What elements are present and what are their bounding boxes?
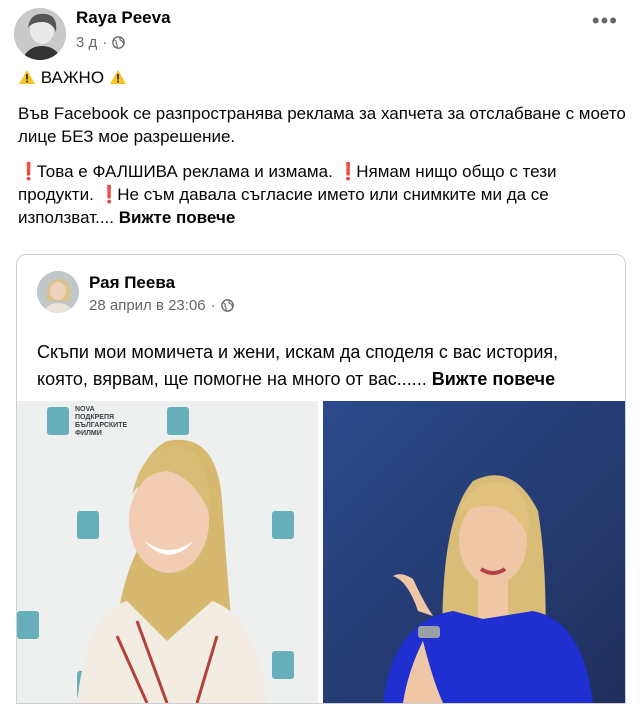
backdrop-logo-text: NOVA bbox=[75, 406, 95, 413]
post-heading-line: ВАЖНО bbox=[18, 66, 626, 89]
shared-author-name[interactable]: Рая Пеева bbox=[89, 273, 175, 293]
author-avatar[interactable] bbox=[14, 8, 66, 60]
photo-grid: NOVA ПОДКРЕПЯ БЪЛГАРСКИТЕ ФИЛМИ bbox=[17, 401, 625, 703]
see-more-link[interactable]: Вижте повече bbox=[432, 369, 555, 389]
warning-icon bbox=[109, 70, 126, 84]
photo-woman-blue-top[interactable] bbox=[323, 401, 625, 703]
shared-post-meta: 28 април в 23:06 · bbox=[89, 297, 234, 314]
backdrop-logo-text: ПОДКРЕПЯ bbox=[75, 414, 114, 421]
see-more-link[interactable]: Вижте повече bbox=[119, 208, 236, 227]
globe-icon bbox=[112, 36, 126, 49]
exclamation-icon: ❗ bbox=[98, 185, 120, 204]
post-paragraph-1: Във Facebook се разпространява реклама з… bbox=[18, 104, 626, 146]
ellipsis-icon[interactable]: ••• bbox=[592, 10, 618, 32]
backdrop-logo-text: БЪЛГАРСКИТЕ bbox=[75, 422, 127, 429]
shared-post-time[interactable]: 28 април в 23:06 bbox=[89, 297, 206, 314]
post-heading: ВАЖНО bbox=[40, 68, 105, 87]
photo-woman-press-wall[interactable]: NOVA ПОДКРЕПЯ БЪЛГАРСКИТЕ ФИЛМИ bbox=[17, 401, 318, 703]
facebook-post: Raya Peeva 3 д · ••• ВАЖНО Във Facebook … bbox=[0, 0, 640, 704]
shared-post[interactable]: Рая Пеева 28 април в 23:06 · Скъпи мои м… bbox=[16, 254, 626, 704]
shared-author-avatar[interactable] bbox=[37, 271, 79, 313]
post-paragraph-2: ❗ Това е ФАЛШИВА реклама и измама. ❗ Ням… bbox=[18, 162, 557, 227]
backdrop-logo-text: ФИЛМИ bbox=[75, 430, 102, 437]
shared-post-text: Скъпи мои момичета и жени, искам да спод… bbox=[37, 342, 559, 389]
post-time[interactable]: 3 д bbox=[76, 34, 97, 51]
globe-icon bbox=[220, 299, 234, 312]
author-name[interactable]: Raya Peeva bbox=[76, 8, 171, 28]
warning-icon bbox=[19, 70, 35, 84]
exclamation-icon: ❗ bbox=[337, 162, 359, 181]
exclamation-icon: ❗ bbox=[18, 162, 40, 181]
post-meta: 3 д · bbox=[76, 34, 126, 51]
